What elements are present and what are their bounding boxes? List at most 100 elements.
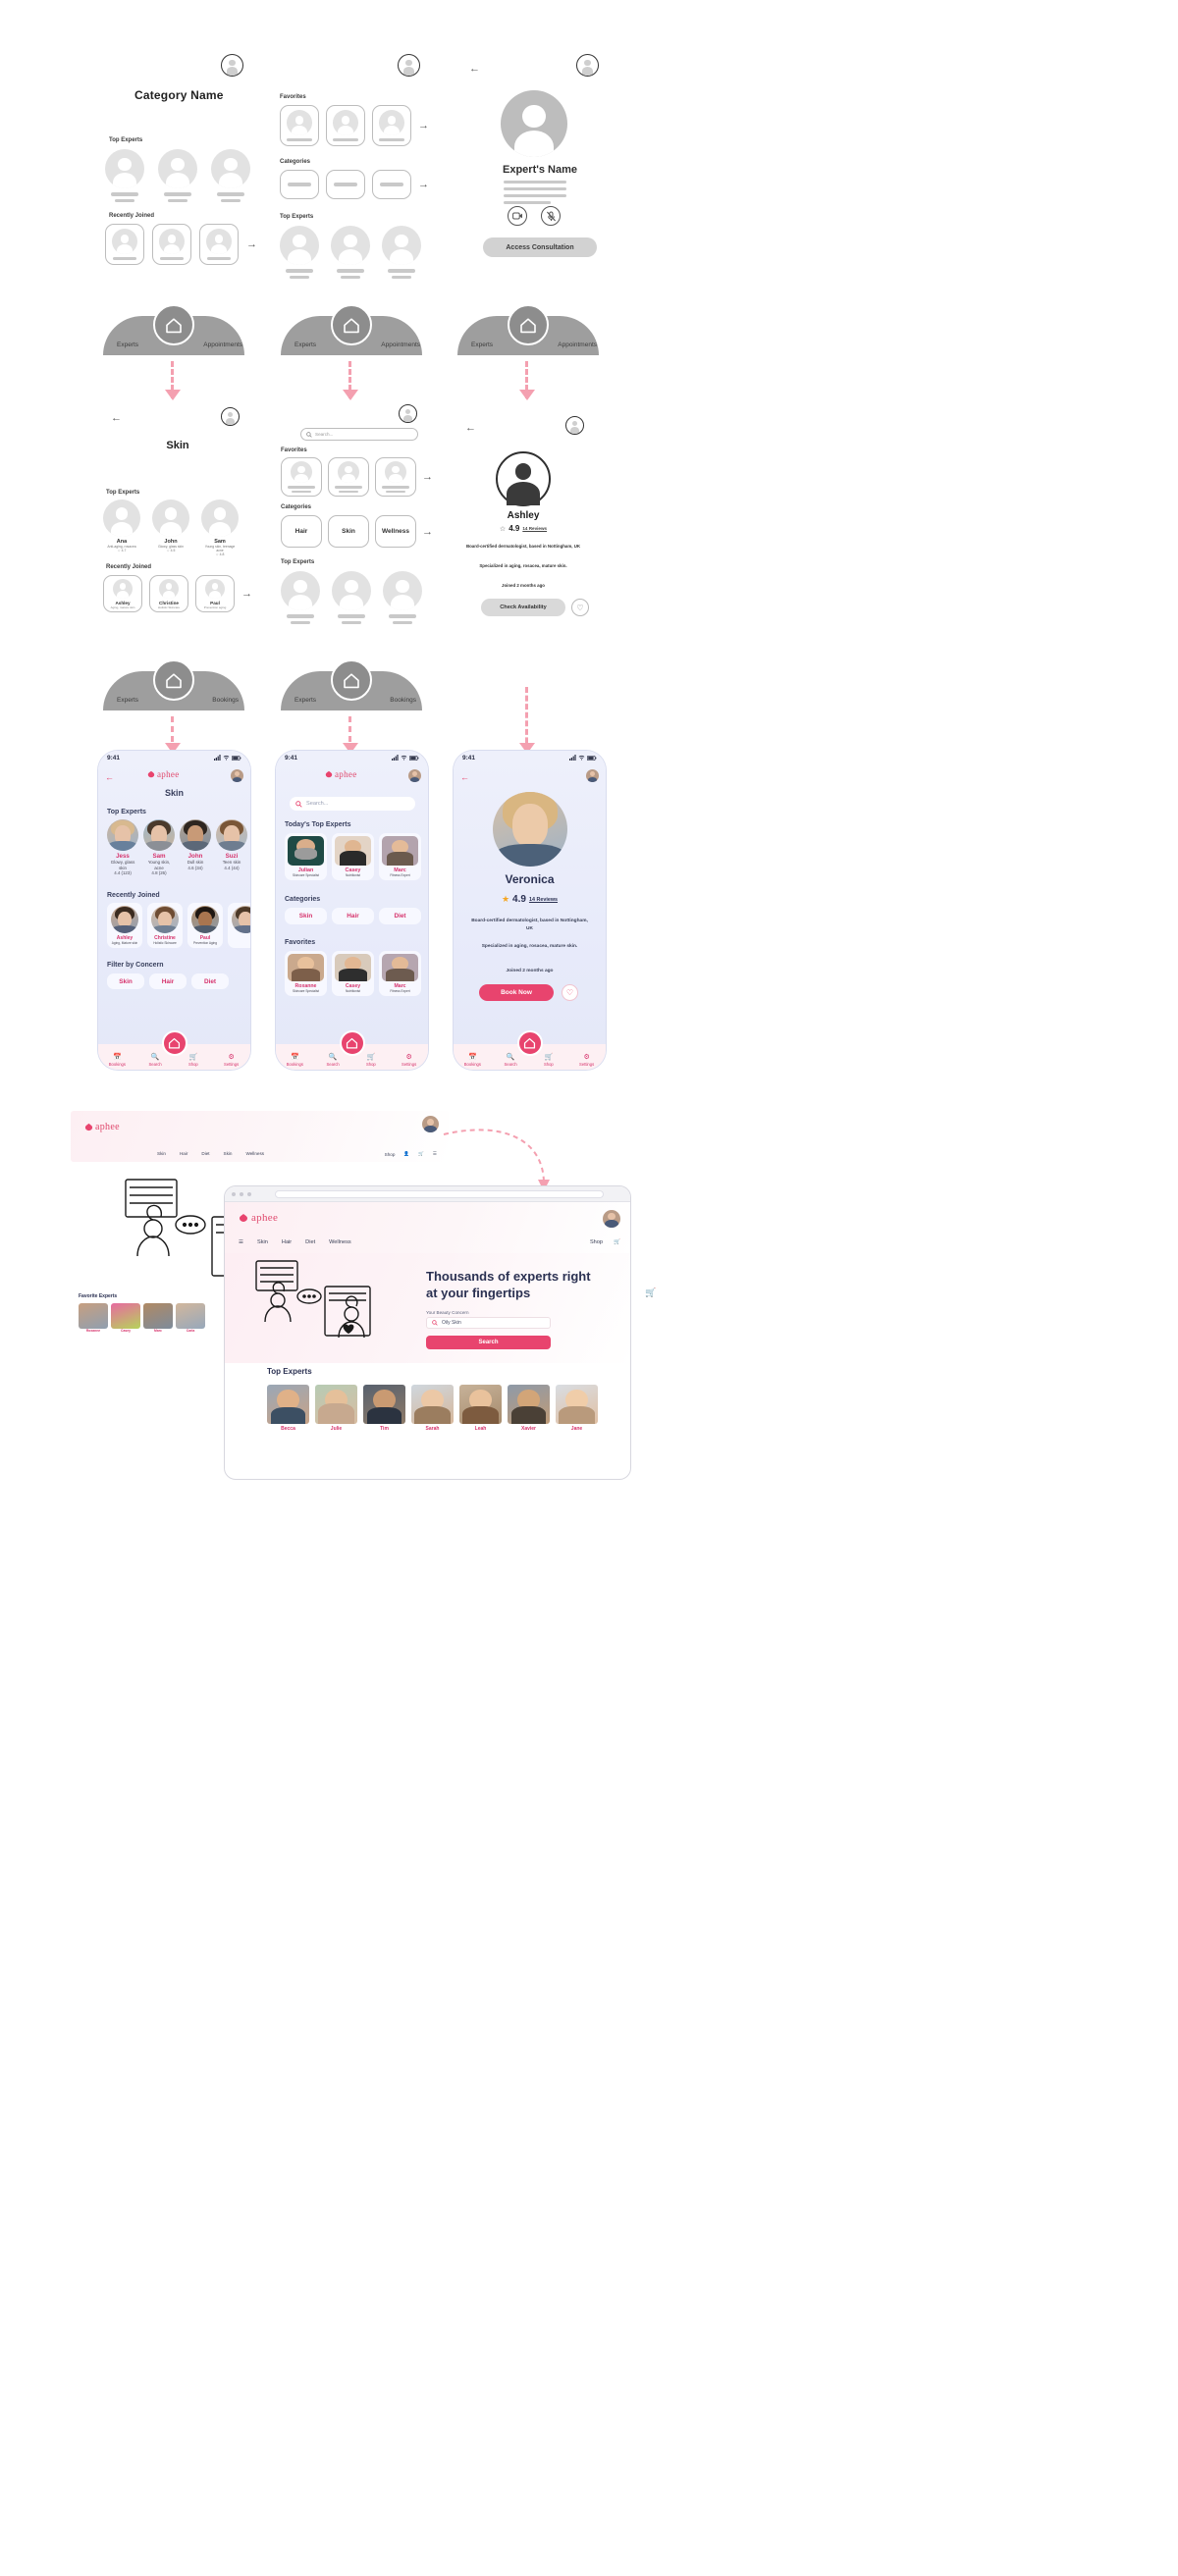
top-experts-carousel[interactable]: Jess Glowy, glass skin 4.4 (123) Sam You… [107, 819, 247, 875]
favorite-card[interactable] [375, 457, 416, 497]
next-arrow-icon[interactable]: → [246, 238, 257, 250]
filter-chip-diet[interactable]: Diet [191, 973, 229, 989]
expert-card[interactable]: Jess Glowy, glass skin 4.4 (123) [107, 819, 138, 875]
nav-item-hair[interactable]: Hair [180, 1151, 187, 1156]
expert-placeholder[interactable] [158, 149, 197, 202]
video-camera-icon[interactable] [508, 206, 527, 226]
expert-card[interactable] [228, 903, 250, 948]
nav-item-shop[interactable]: Shop [385, 1152, 396, 1157]
back-arrow-icon[interactable]: ← [111, 412, 122, 424]
home-icon[interactable] [153, 304, 194, 345]
filter-chip-skin[interactable]: Skin [107, 973, 144, 989]
home-fab-button[interactable] [161, 1030, 187, 1056]
expert-card[interactable]: Sam Young skin, teenage acne ☆ 4.8 [201, 499, 239, 556]
search-button[interactable]: Search [426, 1336, 551, 1349]
tab-shop[interactable]: 🛒 Shop [532, 1053, 565, 1067]
next-arrow-icon[interactable]: → [418, 120, 429, 131]
category-chip-diet[interactable]: Diet [379, 908, 421, 924]
profile-avatar[interactable] [221, 407, 240, 426]
back-arrow-icon[interactable]: ← [460, 772, 469, 782]
concern-input[interactable]: Oily Skin [426, 1317, 551, 1329]
profile-avatar[interactable] [398, 54, 420, 77]
home-icon[interactable] [153, 659, 194, 701]
category-chip-wellness[interactable]: Wellness [375, 515, 416, 548]
expert-card[interactable]: Sarah [411, 1385, 454, 1432]
nav-label-experts[interactable]: Experts [117, 342, 138, 348]
back-arrow-icon[interactable]: ← [105, 772, 114, 782]
cart-icon[interactable]: 🛒 [614, 1239, 620, 1245]
profile-avatar[interactable] [399, 404, 417, 423]
expert-card[interactable]: Ana Anti-aging, rosacea ☆ 4.7 [103, 499, 140, 556]
expert-placeholder[interactable] [332, 571, 371, 624]
expert-card[interactable]: Christine Holistic Skincare [147, 903, 183, 948]
nav-label-experts[interactable]: Experts [294, 342, 316, 348]
user-icon[interactable]: 👤 [403, 1151, 409, 1157]
expert-placeholder[interactable] [280, 226, 319, 279]
expert-card[interactable]: Sam Young skin, acne 4.8 (26) [143, 819, 175, 875]
nav-label-experts[interactable]: Experts [471, 342, 493, 348]
tab-search[interactable]: 🔍 Search [316, 1053, 349, 1067]
expert-card[interactable]: Casey Nutritionist [332, 951, 374, 996]
nav-label-bookings[interactable]: Bookings [212, 697, 239, 704]
tab-shop[interactable]: 🛒 Shop [177, 1053, 210, 1067]
web-experts-row[interactable]: Becca Julie Tim Sarah Leah Xavier Jane [267, 1385, 630, 1432]
nav-item-wellness[interactable]: Wellness [329, 1239, 351, 1245]
filter-chip-row[interactable]: Skin Hair Diet [107, 973, 229, 989]
cart-icon[interactable]: 🛒 [418, 1151, 424, 1157]
expert-card[interactable]: Roxanne Skincare Specialist [285, 951, 327, 996]
expert-placeholder[interactable] [382, 226, 421, 279]
heart-icon[interactable]: ♡ [571, 599, 589, 616]
search-input[interactable]: Search... [290, 797, 415, 811]
nav-label-experts[interactable]: Experts [294, 697, 316, 704]
menu-icon[interactable]: ☰ [239, 1239, 243, 1245]
home-fab-button[interactable] [516, 1030, 543, 1056]
book-now-button[interactable]: Book Now [479, 984, 554, 1001]
expert-placeholder[interactable] [105, 149, 144, 202]
recently-joined-carousel[interactable]: Ashley Aging, Mature skin Christine Holi… [107, 903, 250, 948]
expert-placeholder[interactable] [211, 149, 250, 202]
favorite-card[interactable] [281, 457, 322, 497]
address-bar[interactable] [275, 1189, 604, 1198]
nav-label-bookings[interactable]: Bookings [390, 697, 416, 704]
next-arrow-icon[interactable]: → [241, 588, 252, 600]
profile-avatar[interactable] [565, 416, 584, 435]
favorite-thumb[interactable]: Roxanne [79, 1303, 108, 1333]
nav-label-appointments[interactable]: Appointments [558, 342, 597, 348]
expert-card[interactable]: Ashley Aging, mature skin [103, 575, 142, 612]
favorite-thumb[interactable]: Marc [143, 1303, 173, 1333]
tab-search[interactable]: 🔍 Search [138, 1053, 172, 1067]
tab-bookings[interactable]: 📅 Bookings [455, 1053, 489, 1067]
access-consultation-button[interactable]: Access Consultation [483, 237, 597, 257]
nav-item-shop[interactable]: Shop [590, 1239, 603, 1245]
reviews-link[interactable]: 14 Reviews [529, 897, 558, 903]
home-icon[interactable] [508, 304, 549, 345]
category-chip-hair[interactable]: Hair [281, 515, 322, 548]
profile-avatar[interactable] [231, 769, 243, 782]
expert-card[interactable]: Marc Fitness Expert [379, 951, 421, 996]
profile-avatar[interactable] [603, 1210, 620, 1228]
expert-placeholder[interactable] [331, 226, 370, 279]
expert-card[interactable]: Becca [267, 1385, 309, 1432]
nav-item-wellness[interactable]: Wellness [245, 1151, 264, 1156]
cart-icon[interactable]: 🛒 [645, 1288, 656, 1298]
expert-card[interactable]: Casey Nutritionist [332, 833, 374, 880]
expert-placeholder[interactable] [281, 571, 320, 624]
favorite-card[interactable] [328, 457, 369, 497]
expert-card[interactable]: Marc Fitness Expert [379, 833, 421, 880]
expert-card[interactable]: Suzi Teen skin 4.4 (44) [216, 819, 247, 875]
expert-card[interactable]: Leah [459, 1385, 502, 1432]
nav-item-diet[interactable]: Diet [201, 1151, 209, 1156]
expert-card-placeholder[interactable] [105, 224, 144, 265]
favorites-row[interactable]: Roxanne Skincare Specialist Casey Nutrit… [285, 951, 421, 996]
nav-item-skin[interactable]: Skin [257, 1239, 268, 1245]
favorite-thumb[interactable]: Casey [111, 1303, 140, 1333]
expert-card[interactable]: Tim [363, 1385, 405, 1432]
expert-card[interactable]: Xavier [508, 1385, 550, 1432]
window-minimize-dot[interactable] [240, 1191, 243, 1196]
nav-label-appointments[interactable]: Appointments [381, 342, 420, 348]
back-arrow-icon[interactable]: ← [465, 422, 476, 434]
expert-card[interactable]: Paul Prevention aging [195, 575, 235, 612]
nav-label-appointments[interactable]: Appointments [203, 342, 242, 348]
back-arrow-icon[interactable]: ← [469, 63, 480, 75]
next-arrow-icon[interactable]: → [418, 179, 429, 190]
